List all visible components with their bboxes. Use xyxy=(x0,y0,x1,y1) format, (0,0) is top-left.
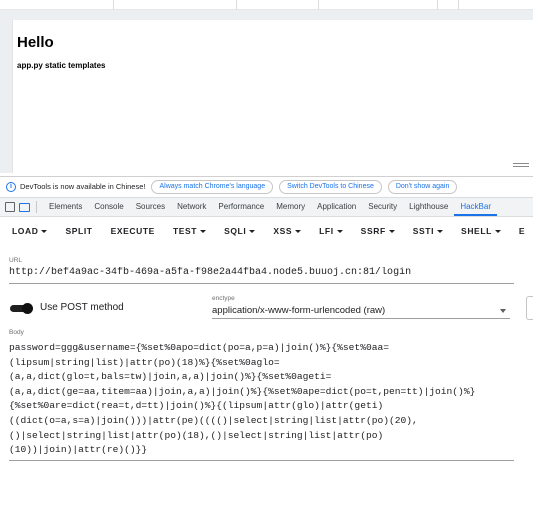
shell-menu-button[interactable]: SHELL xyxy=(455,226,507,236)
chevron-down-icon xyxy=(41,230,48,233)
strip-divider xyxy=(437,0,438,10)
ssrf-menu-button[interactable]: SSRF xyxy=(355,226,401,236)
url-underline xyxy=(9,283,514,284)
page-viewport: Hello app.py static templates xyxy=(0,10,533,173)
ssrf-label: SSRF xyxy=(360,226,386,236)
strip-divider xyxy=(458,0,459,10)
chevron-down-icon xyxy=(295,230,302,233)
notice-message: DevTools is now available in Chinese! xyxy=(20,182,146,191)
devtools-language-notice: i DevTools is now available in Chinese! … xyxy=(0,176,533,196)
body-line: password=ggg&username={%set%0apo=dict(po… xyxy=(9,342,389,353)
sqli-menu-button[interactable]: SQLI xyxy=(218,226,261,236)
tab-performance[interactable]: Performance xyxy=(212,198,270,216)
device-toolbar-icon[interactable] xyxy=(19,202,30,212)
toggle-knob xyxy=(22,303,33,314)
tab-elements[interactable]: Elements xyxy=(43,198,88,216)
enctype-select[interactable]: application/x-www-form-urlencoded (raw) xyxy=(212,305,510,316)
hackbar-toolbar: LOAD SPLIT EXECUTE TEST SQLI XSS LFI SSR… xyxy=(0,218,533,244)
dont-show-again-button[interactable]: Don't show again xyxy=(387,179,458,194)
url-label: URL xyxy=(9,257,23,264)
shell-label: SHELL xyxy=(461,226,492,236)
body-line: (lipsum|string|list)|attr(po)(18)%}{%set… xyxy=(9,356,280,368)
info-icon: i xyxy=(6,181,16,192)
tab-console[interactable]: Console xyxy=(88,198,129,216)
chevron-down-icon xyxy=(437,230,444,233)
url-input[interactable]: http://bef4a9ac-34fb-469a-a5fa-f98e2a44f… xyxy=(9,267,514,278)
tab-network[interactable]: Network xyxy=(171,198,212,216)
chevron-down-icon xyxy=(388,230,395,233)
strip-divider xyxy=(318,0,319,10)
chevron-down-icon xyxy=(494,230,501,233)
test-label: TEST xyxy=(172,226,198,236)
chevron-down-icon xyxy=(500,309,506,313)
body-line: ()|select|string|list|attr(po)(18),()|se… xyxy=(9,429,384,441)
switch-to-chinese-button[interactable]: Switch DevTools to Chinese xyxy=(279,179,382,194)
split-label: SPLIT xyxy=(65,226,93,236)
body-line: ((dict(o=a,s=a)|join()))|attr(pe)(((()|s… xyxy=(9,414,418,426)
panel-resize-handle[interactable] xyxy=(513,163,529,169)
post-method-label: Use POST method xyxy=(40,302,124,313)
body-underline xyxy=(9,460,514,461)
ssti-label: SSTI xyxy=(412,226,435,236)
page-heading: Hello xyxy=(17,34,54,51)
enctype-label: enctype xyxy=(212,295,235,302)
side-panel-edge xyxy=(526,296,533,320)
always-match-language-button[interactable]: Always match Chrome's language xyxy=(151,179,274,194)
execute-button[interactable]: EXECUTE xyxy=(105,226,161,236)
lfi-label: LFI xyxy=(319,226,334,236)
load-label: LOAD xyxy=(12,226,39,236)
body-line: (a,a,dict(glo=t,bals=tw)|join,a,a)|join(… xyxy=(9,371,332,383)
sqli-label: SQLI xyxy=(224,226,247,236)
inspect-element-icon[interactable] xyxy=(5,202,15,212)
browser-top-strip xyxy=(0,0,533,10)
devtools-tab-bar: Elements Console Sources Network Perform… xyxy=(0,197,533,217)
execute-label: EXECUTE xyxy=(110,226,155,236)
encoding-menu-button[interactable]: E xyxy=(513,226,531,236)
test-menu-button[interactable]: TEST xyxy=(167,226,212,236)
body-textarea[interactable]: password=ggg&username={%set%0apo=dict(po… xyxy=(9,341,514,458)
enctype-underline xyxy=(212,318,510,319)
tab-memory[interactable]: Memory xyxy=(270,198,311,216)
body-label: Body xyxy=(9,329,24,336)
page-subtext: app.py static templates xyxy=(17,61,106,70)
tab-security[interactable]: Security xyxy=(362,198,403,216)
load-menu-button[interactable]: LOAD xyxy=(6,226,53,236)
tab-application[interactable]: Application xyxy=(311,198,362,216)
chevron-down-icon xyxy=(200,230,207,233)
encoding-label: E xyxy=(518,226,526,236)
xss-label: XSS xyxy=(273,226,293,236)
post-method-toggle[interactable] xyxy=(10,303,34,314)
strip-divider xyxy=(113,0,114,10)
toolbar-divider xyxy=(36,201,37,213)
screen: Hello app.py static templates i DevTools… xyxy=(0,0,533,529)
chevron-down-icon xyxy=(249,230,256,233)
ssti-menu-button[interactable]: SSTI xyxy=(407,226,449,236)
strip-divider xyxy=(236,0,237,10)
tab-hackbar[interactable]: HackBar xyxy=(454,198,497,216)
tab-lighthouse[interactable]: Lighthouse xyxy=(403,198,454,216)
xss-menu-button[interactable]: XSS xyxy=(267,226,307,236)
lfi-menu-button[interactable]: LFI xyxy=(313,226,349,236)
body-line: (10))|join)|attr(re)()}} xyxy=(9,444,148,456)
body-line: {%set%0are=dict(rea=t,d=tt)|join()%}{(li… xyxy=(9,400,384,412)
split-button[interactable]: SPLIT xyxy=(59,226,98,236)
chevron-down-icon xyxy=(336,230,343,233)
page-content: Hello app.py static templates xyxy=(12,20,533,173)
body-line: (a,a,dict(ge=aa,titem=aa)|join,a,a)|join… xyxy=(9,385,476,397)
tab-sources[interactable]: Sources xyxy=(130,198,171,216)
